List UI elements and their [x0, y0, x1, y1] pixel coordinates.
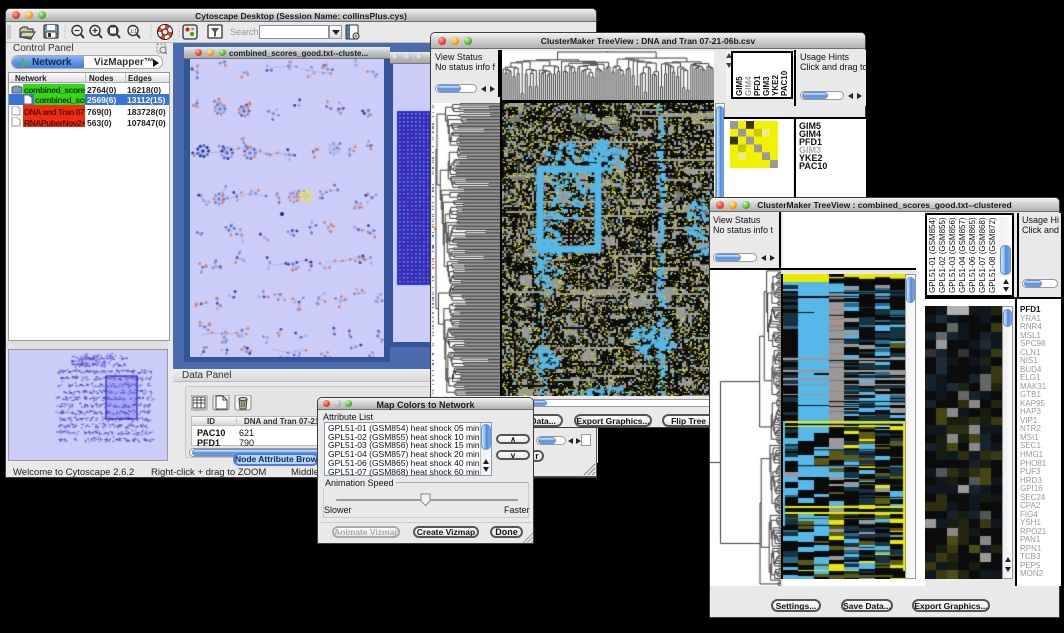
svg-text:1:1: 1:1: [130, 29, 137, 35]
